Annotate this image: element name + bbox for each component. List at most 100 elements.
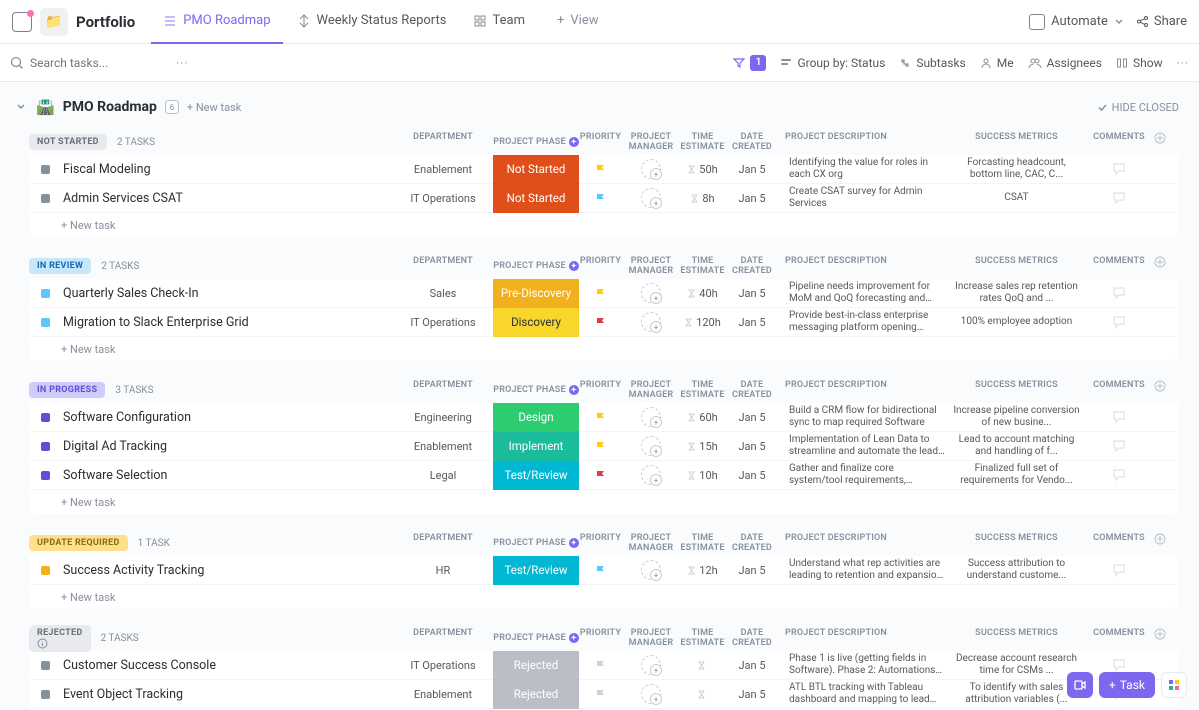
cell-metrics[interactable]: Forcasting headcount, bottom line, CAC, … — [949, 157, 1084, 182]
cell-priority[interactable] — [579, 470, 622, 481]
cell-description[interactable]: Gather and finalize core system/tool req… — [779, 463, 949, 488]
cell-priority[interactable] — [579, 164, 622, 175]
cell-department[interactable]: IT Operations — [393, 316, 493, 329]
task-name[interactable]: Admin Services CSAT — [61, 191, 393, 206]
cell-comments[interactable] — [1084, 285, 1154, 301]
task-name[interactable]: Software Configuration — [61, 410, 393, 425]
more-menu-icon[interactable]: ··· — [1177, 56, 1189, 70]
cell-priority[interactable] — [579, 412, 622, 423]
table-row[interactable]: Admin Services CSATIT OperationsNot Star… — [29, 184, 1178, 213]
cell-description[interactable]: Pipeline needs improvement for MoM and Q… — [779, 281, 949, 306]
task-name[interactable]: Migration to Slack Enterprise Grid — [61, 315, 393, 330]
cell-description[interactable]: Build a CRM flow for bidirectional sync … — [779, 405, 949, 430]
cell-estimate[interactable]: 8h — [680, 192, 725, 205]
cell-estimate[interactable]: 10h — [680, 469, 725, 482]
cell-comments[interactable] — [1084, 161, 1154, 177]
status-chip[interactable]: REJECTED — [29, 625, 91, 652]
col-phase[interactable]: PROJECT PHASE ✦ — [493, 628, 579, 648]
new-task-link[interactable]: + New task — [187, 101, 241, 114]
cell-priority[interactable] — [579, 317, 622, 328]
cell-comments[interactable] — [1084, 190, 1154, 206]
task-name[interactable]: Event Object Tracking — [61, 687, 393, 702]
cell-department[interactable]: Engineering — [393, 411, 493, 424]
col-add[interactable] — [1154, 256, 1178, 276]
task-name[interactable]: Software Selection — [61, 468, 393, 483]
tab-pmo-roadmap[interactable]: PMO Roadmap — [151, 0, 282, 44]
cell-metrics[interactable]: CSAT — [949, 192, 1084, 205]
cell-description[interactable]: Create CSAT survey for Admin Services — [779, 186, 949, 211]
cell-metrics[interactable]: Decrease account research time for CSMs … — [949, 653, 1084, 678]
cell-phase[interactable]: Design — [493, 403, 579, 432]
cell-description[interactable]: Identifying the value for roles in each … — [779, 157, 949, 182]
cell-phase[interactable]: Not Started — [493, 155, 579, 184]
cell-description[interactable]: Provide best-in-class enterprise messagi… — [779, 310, 949, 335]
col-priority[interactable]: PRIORITY — [579, 533, 622, 553]
search-input[interactable] — [30, 56, 170, 70]
cell-metrics[interactable]: Lead to account matching and handling of… — [949, 434, 1084, 459]
cell-department[interactable]: IT Operations — [393, 192, 493, 205]
cell-department[interactable]: Sales — [393, 287, 493, 300]
col-phase[interactable]: PROJECT PHASE ✦ — [493, 533, 579, 553]
cell-metrics[interactable]: Increase pipeline conversion of new busi… — [949, 405, 1084, 430]
cell-department[interactable]: Legal — [393, 469, 493, 482]
cell-metrics[interactable]: To identify with sales attribution varia… — [949, 682, 1084, 707]
col-created[interactable]: DATE CREATED — [725, 380, 779, 400]
task-name[interactable]: Customer Success Console — [61, 658, 393, 673]
col-manager[interactable]: PROJECT MANAGER — [622, 132, 680, 152]
col-description[interactable]: PROJECT DESCRIPTION — [779, 256, 949, 276]
col-add[interactable] — [1154, 380, 1178, 400]
status-chip[interactable]: IN PROGRESS — [29, 382, 105, 398]
col-estimate[interactable]: TIME ESTIMATE — [680, 380, 725, 400]
task-status-square[interactable] — [29, 661, 61, 670]
col-add[interactable] — [1154, 628, 1178, 648]
table-row[interactable]: Customer Success ConsoleIT OperationsRej… — [29, 651, 1178, 680]
cell-priority[interactable] — [579, 565, 622, 576]
cell-manager[interactable] — [622, 465, 680, 485]
cell-date[interactable]: Jan 5 — [725, 469, 779, 482]
table-row[interactable]: Software SelectionLegalTest/Review10hJan… — [29, 461, 1178, 490]
cell-description[interactable]: ATL BTL tracking with Tableau dashboard … — [779, 682, 949, 707]
col-department[interactable]: DEPARTMENT — [393, 132, 493, 152]
task-status-square[interactable] — [29, 289, 61, 298]
cell-metrics[interactable]: 100% employee adoption — [949, 316, 1084, 329]
cell-phase[interactable]: Test/Review — [493, 556, 579, 585]
table-row[interactable]: Success Activity TrackingHRTest/Review12… — [29, 556, 1178, 585]
col-estimate[interactable]: TIME ESTIMATE — [680, 533, 725, 553]
col-phase[interactable]: PROJECT PHASE ✦ — [493, 256, 579, 276]
cell-priority[interactable] — [579, 441, 622, 452]
col-phase[interactable]: PROJECT PHASE ✦ — [493, 380, 579, 400]
cell-comments[interactable] — [1084, 657, 1154, 673]
col-metrics[interactable]: SUCCESS METRICS — [949, 256, 1084, 276]
cell-metrics[interactable]: Increase sales rep retention rates QoQ a… — [949, 281, 1084, 306]
new-task-row[interactable]: + New task — [29, 213, 1178, 237]
me-button[interactable]: Me — [980, 56, 1014, 70]
cell-comments[interactable] — [1084, 562, 1154, 578]
cell-manager[interactable] — [622, 312, 680, 332]
cell-manager[interactable] — [622, 283, 680, 303]
col-estimate[interactable]: TIME ESTIMATE — [680, 256, 725, 276]
hide-closed-button[interactable]: HIDE CLOSED — [1097, 101, 1179, 114]
cell-phase[interactable]: Implement — [493, 432, 579, 461]
task-name[interactable]: Quarterly Sales Check-In — [61, 286, 393, 301]
table-row[interactable]: Migration to Slack Enterprise GridIT Ope… — [29, 308, 1178, 337]
col-metrics[interactable]: SUCCESS METRICS — [949, 628, 1084, 648]
col-phase[interactable]: PROJECT PHASE ✦ — [493, 132, 579, 152]
col-priority[interactable]: PRIORITY — [579, 256, 622, 276]
task-name[interactable]: Fiscal Modeling — [61, 162, 393, 177]
col-department[interactable]: DEPARTMENT — [393, 628, 493, 648]
col-department[interactable]: DEPARTMENT — [393, 256, 493, 276]
col-estimate[interactable]: TIME ESTIMATE — [680, 628, 725, 648]
cell-manager[interactable] — [622, 436, 680, 456]
col-priority[interactable]: PRIORITY — [579, 628, 622, 648]
col-priority[interactable]: PRIORITY — [579, 132, 622, 152]
cell-manager[interactable] — [622, 188, 680, 208]
cell-priority[interactable] — [579, 689, 622, 700]
cell-estimate[interactable]: 15h — [680, 440, 725, 453]
folder-icon[interactable]: 📁 — [40, 8, 68, 36]
col-created[interactable]: DATE CREATED — [725, 628, 779, 648]
cell-priority[interactable] — [579, 660, 622, 671]
group-by-button[interactable]: Group by: Status — [780, 56, 885, 70]
cell-date[interactable]: Jan 5 — [725, 411, 779, 424]
table-row[interactable]: Digital Ad TrackingEnablementImplement15… — [29, 432, 1178, 461]
cell-date[interactable]: Jan 5 — [725, 192, 779, 205]
